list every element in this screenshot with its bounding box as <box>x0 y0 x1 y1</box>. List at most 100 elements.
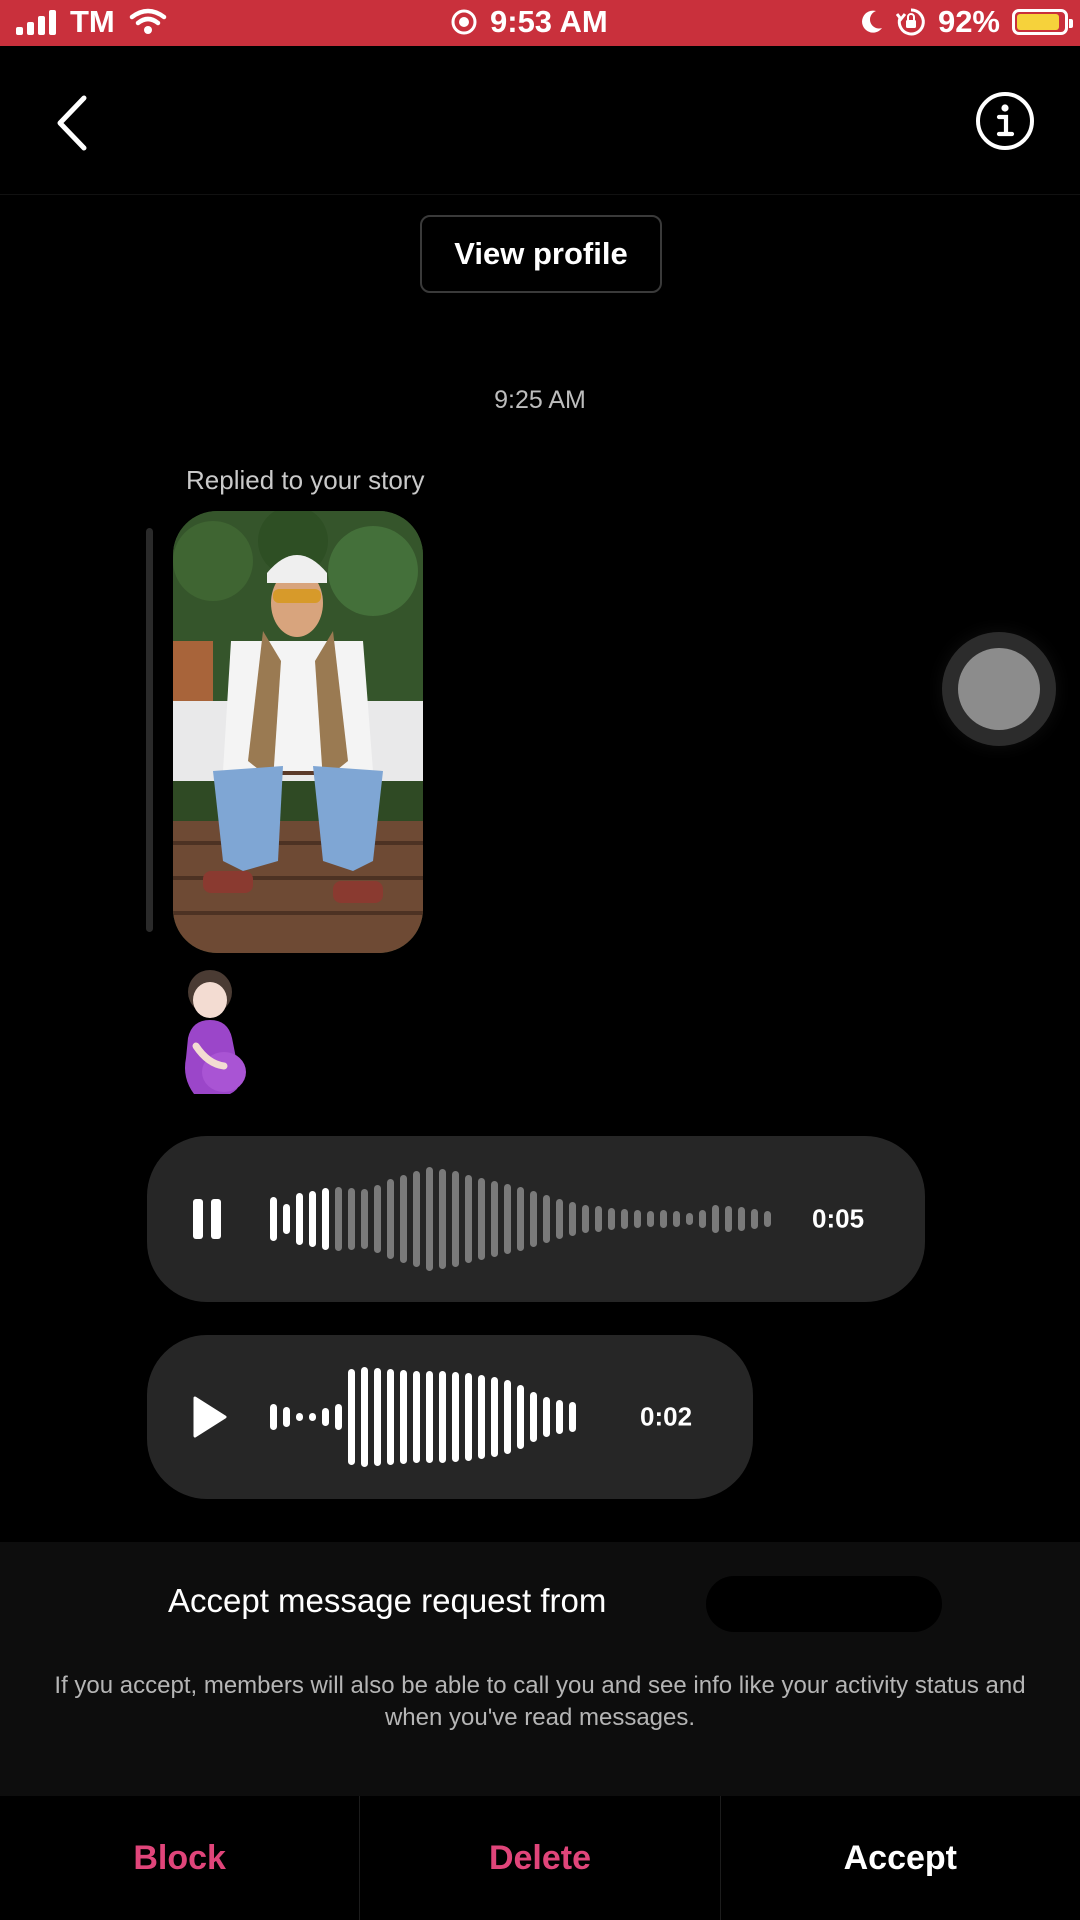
waveform-bar <box>413 1371 420 1463</box>
waveform-bar <box>725 1206 732 1232</box>
waveform-bar <box>335 1187 342 1251</box>
waveform-bar <box>296 1193 303 1245</box>
info-icon[interactable] <box>974 90 1036 152</box>
waveform-bar <box>517 1187 524 1251</box>
moon-icon <box>862 10 882 33</box>
waveform-bar <box>491 1181 498 1257</box>
block-button[interactable]: Block <box>0 1796 361 1920</box>
voice-message[interactable]: 0:05 <box>147 1136 925 1302</box>
waveform[interactable] <box>270 1159 771 1279</box>
chevron-left-icon[interactable] <box>44 88 104 158</box>
waveform-bar <box>517 1385 524 1449</box>
waveform-bar <box>283 1407 290 1427</box>
waveform-bar <box>309 1413 316 1421</box>
waveform-bar <box>478 1375 485 1459</box>
waveform-bar <box>309 1191 316 1247</box>
waveform-bar <box>400 1370 407 1464</box>
wifi-icon <box>129 8 167 34</box>
waveform-bar <box>426 1371 433 1463</box>
waveform-bar <box>569 1402 576 1432</box>
status-bar: TM 9:53 AM 92% <box>0 0 1080 46</box>
view-profile-button[interactable]: View profile <box>420 215 662 293</box>
redacted-username <box>706 1576 942 1632</box>
pause-icon[interactable] <box>193 1197 223 1241</box>
voice-duration: 0:05 <box>812 1203 865 1234</box>
accept-button[interactable]: Accept <box>721 1796 1080 1920</box>
waveform[interactable] <box>270 1357 576 1477</box>
waveform-bar <box>530 1191 537 1247</box>
waveform-bar <box>426 1167 433 1271</box>
waveform-bar <box>543 1195 550 1243</box>
waveform-bar <box>322 1188 329 1250</box>
request-title: Accept message request from <box>168 1582 607 1619</box>
story-reply-label: Replied to your story <box>186 465 425 495</box>
waveform-bar <box>530 1392 537 1442</box>
waveform-bar <box>543 1397 550 1437</box>
clock: 9:53 AM <box>490 4 608 39</box>
waveform-bar <box>582 1205 589 1233</box>
waveform-bar <box>595 1206 602 1232</box>
waveform-bar <box>673 1211 680 1227</box>
floating-assistive-button[interactable] <box>942 632 1056 746</box>
waveform-bar <box>270 1197 277 1241</box>
status-left: TM <box>16 4 167 40</box>
waveform-bar <box>322 1408 329 1426</box>
waveform-bar <box>400 1175 407 1263</box>
reply-indicator-line <box>146 528 153 932</box>
waveform-bar <box>660 1210 667 1228</box>
request-description: If you accept, members will also be able… <box>54 1672 1026 1731</box>
battery-percent: 92% <box>937 4 1000 39</box>
status-center: 9:53 AM <box>450 4 608 40</box>
waveform-bar <box>283 1204 290 1234</box>
waveform-bar <box>738 1207 745 1231</box>
waveform-bar <box>413 1171 420 1267</box>
status-right: 92% <box>858 4 1073 40</box>
story-thumbnail[interactable] <box>173 511 423 953</box>
waveform-bar <box>556 1199 563 1239</box>
waveform-bar <box>296 1413 303 1421</box>
waveform-bar <box>699 1210 706 1228</box>
carrier-label: TM <box>70 4 115 39</box>
waveform-bar <box>712 1205 719 1233</box>
waveform-bar <box>634 1210 641 1228</box>
message-timestamp: 9:25 AM <box>494 386 586 414</box>
waveform-bar <box>556 1400 563 1434</box>
waveform-bar <box>270 1404 277 1430</box>
waveform-bar <box>504 1380 511 1454</box>
waveform-bar <box>608 1208 615 1230</box>
chat-header <box>0 46 1080 195</box>
waveform-bar <box>387 1179 394 1259</box>
waveform-bar <box>452 1372 459 1462</box>
waveform-bar <box>361 1367 368 1467</box>
delete-button[interactable]: Delete <box>360 1796 721 1920</box>
waveform-bar <box>374 1368 381 1466</box>
play-icon[interactable] <box>192 1395 228 1439</box>
waveform-bar <box>621 1209 628 1229</box>
waveform-bar <box>478 1178 485 1260</box>
waveform-bar <box>504 1184 511 1254</box>
waveform-bar <box>764 1211 771 1227</box>
pregnant-woman-emoji <box>185 970 246 1094</box>
waveform-bar <box>335 1404 342 1430</box>
waveform-bar <box>751 1209 758 1229</box>
waveform-bar <box>348 1369 355 1465</box>
waveform-bar <box>439 1371 446 1463</box>
waveform-bar <box>374 1185 381 1253</box>
waveform-bar <box>465 1373 472 1461</box>
message-request-panel: Accept message request from If you accep… <box>0 1542 1080 1796</box>
signal-icon <box>16 9 56 35</box>
waveform-bar <box>452 1171 459 1267</box>
waveform-bar <box>686 1213 693 1225</box>
assistive-touch-icon <box>958 648 1040 730</box>
location-icon <box>451 9 477 35</box>
waveform-bar <box>465 1175 472 1263</box>
waveform-bar <box>361 1189 368 1249</box>
battery-icon <box>1012 9 1073 35</box>
story-photo <box>173 511 423 953</box>
orientation-lock-icon <box>895 8 925 36</box>
voice-message[interactable]: 0:02 <box>147 1335 753 1499</box>
waveform-bar <box>348 1188 355 1250</box>
waveform-bar <box>387 1369 394 1465</box>
waveform-bar <box>647 1211 654 1227</box>
waveform-bar <box>569 1202 576 1236</box>
